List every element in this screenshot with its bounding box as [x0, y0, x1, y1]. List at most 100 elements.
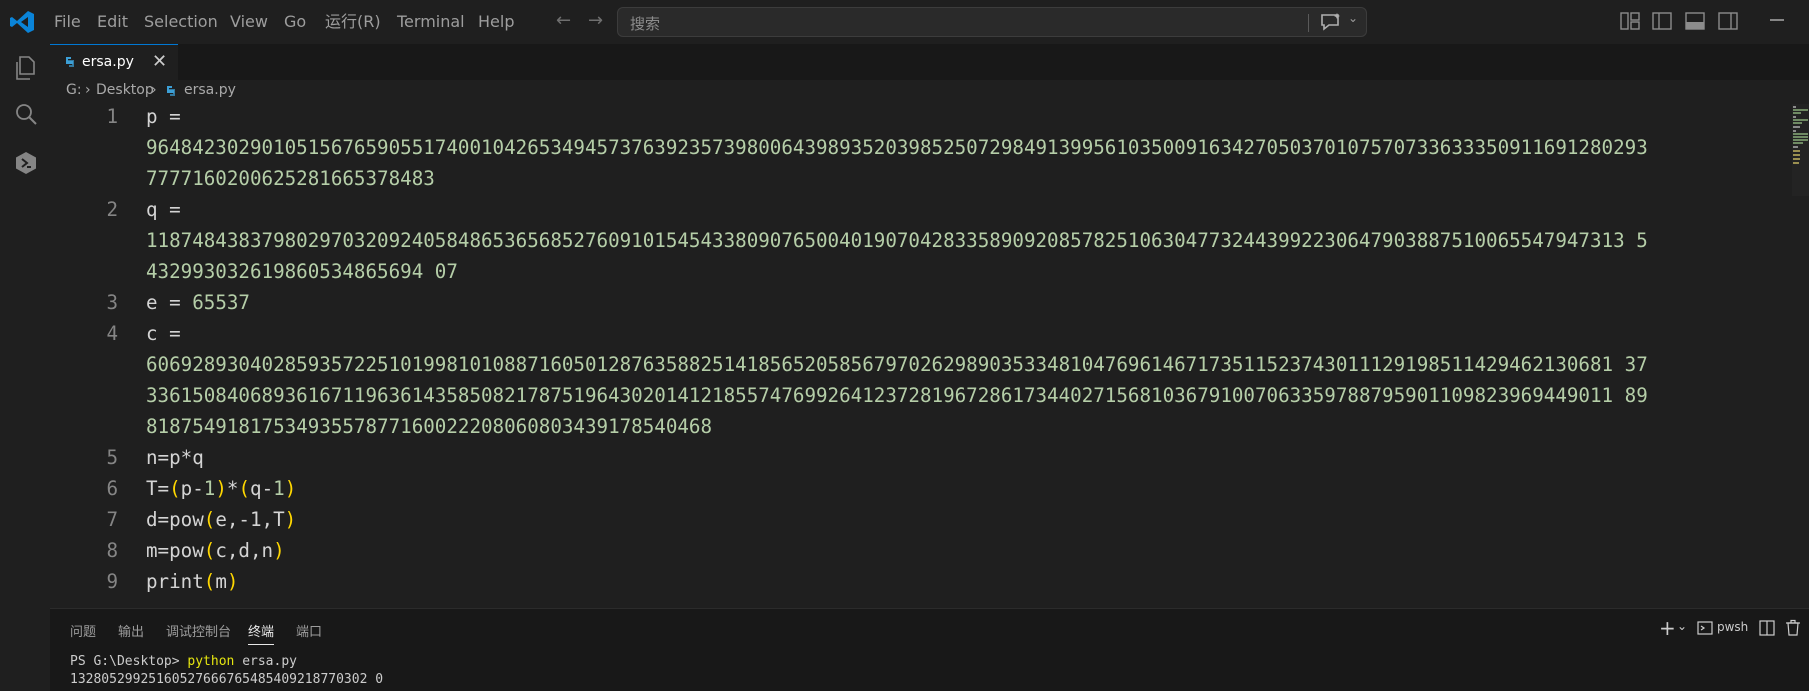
code-line-wrap: 1187484383798029703209240584865365685276… [50, 226, 1790, 257]
code-line-wrap: 6069289304028593572251019981010887160501… [50, 350, 1790, 381]
menu-run[interactable]: 运行(R) [325, 12, 381, 32]
number-literal: 1 [273, 477, 285, 500]
python-file-icon [167, 86, 175, 96]
breadcrumb: G: › Desktop › ersa.py [50, 80, 1809, 102]
terminal-args: ersa.py [234, 654, 297, 669]
bracket: ( [203, 508, 216, 531]
code-line: 6 T=(p-1)*(q-1) [50, 474, 1790, 505]
code-text: q = [146, 198, 181, 221]
menu-edit[interactable]: Edit [97, 12, 128, 32]
menu-file[interactable]: File [54, 12, 81, 32]
toggle-primary-sidebar-icon[interactable] [1652, 12, 1672, 30]
code-line-wrap: 3361508406893616711963614358508217875196… [50, 381, 1790, 412]
minimize-icon[interactable] [1768, 8, 1786, 28]
tab-output[interactable]: 输出 [118, 621, 144, 640]
plus-icon[interactable]: + [1659, 616, 1676, 640]
search-icon[interactable] [12, 101, 40, 129]
line-number: 8 [106, 539, 118, 562]
menu-view[interactable]: View [230, 12, 268, 32]
code-text: print(m) [146, 570, 238, 593]
code-text: c = [146, 322, 181, 345]
terminal-prompt: PS G:\Desktop> [70, 654, 188, 669]
search-placeholder: 搜索 [630, 15, 661, 33]
terminal-output[interactable]: PS G:\Desktop> python ersa.py 1328052992… [70, 654, 383, 690]
terminal-line: PS G:\Desktop> python ersa.py [70, 654, 383, 672]
bracket: ( [169, 477, 181, 500]
line-number: 1 [106, 105, 118, 128]
number-literal: 6069289304028593572251019981010887160501… [146, 353, 1648, 376]
code-line: 4 c = [50, 319, 1790, 350]
line-number: 7 [106, 508, 118, 531]
split-terminal-icon[interactable] [1759, 620, 1775, 636]
code-line-wrap: 432993032619860534865694 07 [50, 257, 1790, 288]
bracket: ) [284, 477, 297, 500]
explorer-files-icon[interactable] [12, 54, 40, 82]
menu-help[interactable]: Help [478, 12, 514, 32]
code-line-wrap: 7777160200625281665378483 [50, 164, 1790, 195]
code-text: n=p*q [146, 446, 204, 469]
chevron-right-icon: › [151, 82, 157, 98]
number-literal: 65537 [192, 291, 250, 314]
chevron-down-icon[interactable]: ⌄ [1677, 619, 1687, 633]
code-line-wrap: 8187549181753493557877160022208060803439… [50, 412, 1790, 443]
toggle-panel-icon[interactable] [1685, 12, 1705, 30]
menu-terminal[interactable]: Terminal [397, 12, 465, 32]
code-token: c,d,n [215, 539, 274, 562]
chevron-right-icon: › [85, 82, 91, 98]
bracket: ( [238, 477, 251, 500]
code-editor[interactable]: 1 p = 9648423029010515676590551740010426… [50, 102, 1790, 608]
menu-go[interactable]: Go [284, 12, 306, 32]
code-line: 2 q = [50, 195, 1790, 226]
shell-name[interactable]: pwsh [1717, 620, 1748, 634]
title-bar: File Edit Selection View Go 运行(R) Termin… [0, 0, 1809, 44]
bracket: ) [215, 477, 227, 500]
tab-problems[interactable]: 问题 [70, 621, 96, 640]
terminal-result: 13280529925160527666765485409218770302 0 [70, 672, 384, 687]
terminal-icon [1697, 621, 1713, 635]
code-text: e = 65537 [146, 291, 250, 314]
line-number: 2 [106, 198, 118, 221]
bracket: ) [273, 539, 285, 562]
trash-icon[interactable] [1785, 619, 1801, 636]
forward-arrow-icon[interactable]: → [588, 10, 603, 31]
toggle-secondary-sidebar-icon[interactable] [1718, 12, 1738, 30]
menu-selection[interactable]: Selection [144, 12, 218, 32]
breadcrumb-folder[interactable]: Desktop [96, 82, 154, 98]
tab-ersa-py[interactable]: ersa.py ✕ [50, 44, 178, 80]
code-token: m [215, 570, 227, 593]
customize-layout-icon[interactable] [1620, 12, 1640, 30]
line-number: 9 [106, 570, 118, 593]
line-number: 3 [106, 291, 118, 314]
number-literal: 7777160200625281665378483 [146, 167, 435, 190]
number-literal: 8187549181753493557877160022208060803439… [146, 415, 713, 438]
bracket: ) [226, 570, 239, 593]
terminal-command: python [187, 654, 235, 669]
code-line: 5 n=p*q [50, 443, 1790, 474]
breadcrumb-file[interactable]: ersa.py [184, 82, 236, 98]
vscode-logo-icon[interactable] [8, 9, 36, 35]
activity-bar [0, 44, 50, 691]
number-literal: 9648423029010515676590551740010426534945… [146, 136, 1648, 159]
close-icon[interactable]: ✕ [152, 51, 167, 72]
extension-icon[interactable] [12, 149, 40, 177]
copilot-chat-icon[interactable] [1318, 11, 1344, 33]
code-text: T=(p-1)*(q-1) [146, 477, 296, 500]
code-text: p = [146, 105, 181, 128]
tab-ports[interactable]: 端口 [296, 621, 322, 640]
code-token: print [146, 570, 204, 593]
minimap[interactable] [1792, 104, 1809, 196]
chevron-down-icon[interactable]: ⌄ [1348, 11, 1358, 25]
number-literal: 3361508406893616711963614358508217875196… [146, 384, 1648, 407]
code-line: 7 d=pow(e,-1,T) [50, 505, 1790, 536]
search-box[interactable]: 搜索 ⌄ [617, 7, 1367, 37]
bracket: ( [203, 539, 216, 562]
back-arrow-icon[interactable]: ← [556, 10, 571, 31]
terminal-line: 13280529925160527666765485409218770302 0 [70, 672, 383, 690]
line-number: 5 [106, 446, 118, 469]
code-line-wrap: 9648423029010515676590551740010426534945… [50, 133, 1790, 164]
bracket: ) [284, 508, 297, 531]
tab-terminal[interactable]: 终端 [248, 621, 275, 645]
tab-debug-console[interactable]: 调试控制台 [166, 621, 231, 640]
bracket: ( [203, 570, 216, 593]
breadcrumb-drive[interactable]: G: [66, 82, 82, 98]
